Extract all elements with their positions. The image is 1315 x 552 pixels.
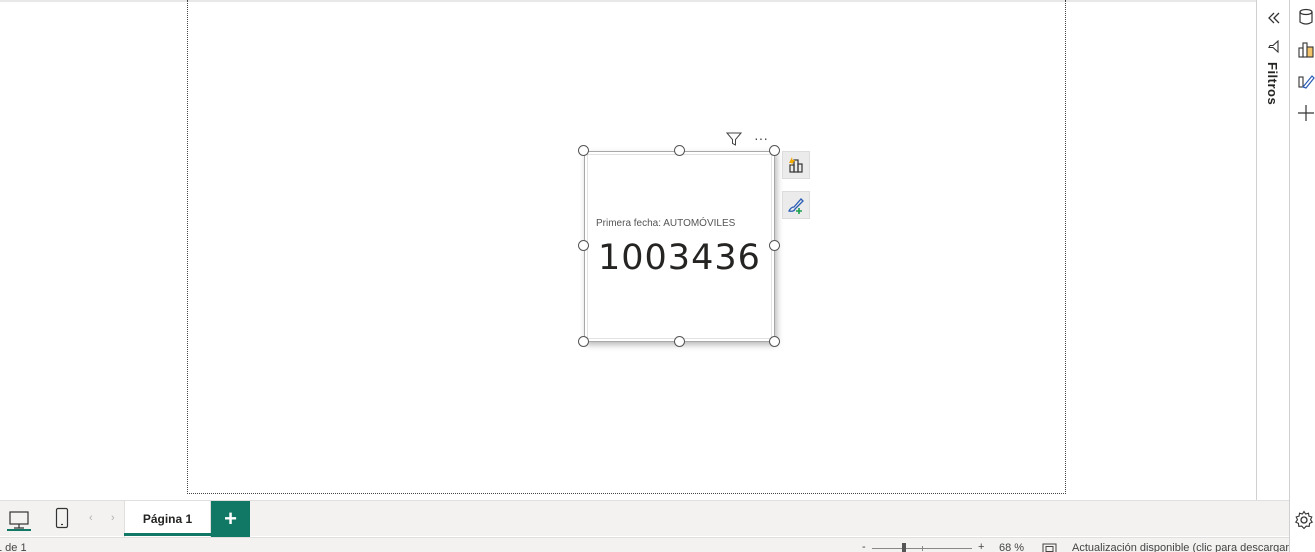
data-pane-icon[interactable] [1297,8,1315,26]
paintbrush-plus-icon [788,198,804,214]
filters-pane[interactable]: Filtros [1256,0,1289,500]
lightning-chart-icon [789,157,803,173]
mobile-layout-icon[interactable] [55,507,69,529]
visual-suggestions-button[interactable] [782,151,810,179]
card-visual[interactable]: Primera fecha: AUTOMÓVILES 1003436 [584,151,775,342]
double-chevron-left-icon[interactable] [1266,10,1282,26]
resize-handle-bottom-left[interactable] [578,336,589,347]
resize-handle-top-right[interactable] [769,145,780,156]
report-editor: ··· Primera fecha: AUTOMÓVILES 1003436 F… [0,0,1315,552]
resize-handle-top[interactable] [674,145,685,156]
desktop-layout-icon[interactable] [8,509,30,531]
zoom-level[interactable]: 68 % [999,542,1024,552]
add-page-button[interactable]: + [211,501,250,537]
resize-handle-left[interactable] [578,240,589,251]
fit-to-page-icon[interactable] [1042,543,1057,552]
filter-icon[interactable] [726,131,742,147]
resize-handle-right[interactable] [769,240,780,251]
resize-handle-top-left[interactable] [578,145,589,156]
update-available-link[interactable]: Actualización disponible (clic para desc… [1072,542,1289,552]
card-value: 1003436 [598,238,761,278]
desktop-layout-active-indicator [7,529,31,531]
zoom-slider-thumb[interactable] [902,543,906,552]
zoom-in-button[interactable]: + [978,541,984,552]
active-tab-indicator [124,533,211,536]
filter-pane-icon [1268,40,1279,54]
status-bar: 1 de 1 - + 68 % Actualización disponible… [0,537,1289,552]
right-pane-rail [1289,0,1315,552]
resize-handle-bottom[interactable] [674,336,685,347]
more-options-icon[interactable]: ··· [754,131,770,147]
tab-pagina-1[interactable]: Página 1 [124,501,211,537]
card-label: Primera fecha: AUTOMÓVILES [596,218,736,229]
page-count: 1 de 1 [0,542,27,552]
previous-page-icon[interactable]: ‹ [89,512,93,524]
build-visual-icon[interactable] [1297,40,1315,58]
page-tab-bar: ‹ › Página 1 + [0,500,1289,537]
format-paintbrush-icon[interactable] [1297,72,1315,90]
next-page-icon[interactable]: › [111,512,115,524]
resize-handle-bottom-right[interactable] [769,336,780,347]
filters-pane-label: Filtros [1265,62,1280,106]
zoom-slider-tick [922,546,923,551]
format-visual-button[interactable] [782,191,810,219]
gear-icon[interactable] [1294,510,1314,530]
add-icon[interactable] [1297,104,1315,122]
zoom-out-button[interactable]: - [862,541,866,552]
